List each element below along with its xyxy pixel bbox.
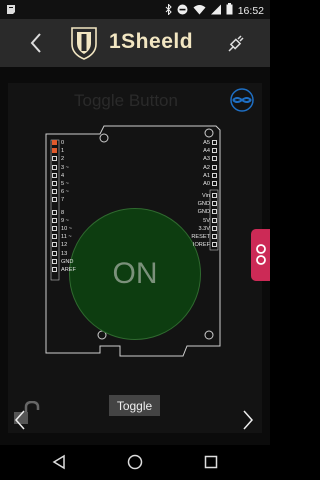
signal-icon — [210, 4, 221, 18]
pin-header — [52, 148, 57, 154]
app-title: 1Sheeld — [109, 30, 194, 53]
pin-label: RESET — [191, 234, 210, 240]
pin-header — [52, 209, 57, 215]
pin-label: A1 — [203, 172, 210, 179]
pin-label: 1 — [61, 148, 65, 155]
pin-header — [212, 217, 217, 223]
system-nav-bar — [0, 445, 270, 480]
pin-label: 3 ~ — [61, 164, 69, 171]
pin-label: 9 ~ — [61, 217, 69, 224]
app-bar: 1Sheeld — [0, 19, 270, 67]
pin-header — [212, 225, 217, 231]
pin-header — [52, 156, 57, 162]
pin-header — [212, 193, 217, 198]
battery-icon — [226, 3, 233, 18]
pin-header — [212, 156, 217, 162]
pin-label: GND — [197, 201, 210, 208]
pin-header — [212, 234, 217, 239]
pin-header — [52, 242, 57, 248]
pin-label: 5V — [203, 217, 210, 224]
toggle-label: Toggle — [109, 395, 160, 416]
previous-shield-button[interactable] — [12, 409, 28, 431]
shield-screen: Toggle Button ON Toggle 0 1 2 3 ~ 4 5 ~ … — [0, 67, 270, 445]
pin-header — [52, 164, 57, 170]
toggle-on-button[interactable]: ON — [69, 208, 201, 340]
plug-button[interactable] — [226, 32, 246, 54]
pin-label: A5 — [203, 140, 210, 146]
pin-label: 7 — [61, 197, 65, 204]
pin-label: A4 — [203, 148, 210, 155]
status-bar: 16:52 — [0, 0, 270, 19]
pin-header — [212, 201, 217, 207]
back-button[interactable] — [26, 31, 46, 55]
pin-header — [52, 181, 57, 186]
pin-header — [52, 234, 57, 240]
shield-info-icon[interactable] — [228, 88, 256, 112]
pin-label: 8 — [61, 209, 65, 216]
chevron-left-icon — [14, 410, 25, 430]
pin-header — [212, 242, 217, 248]
pin-header — [52, 140, 57, 145]
pin-label: 3.3V — [198, 225, 210, 232]
pin-header — [212, 140, 217, 145]
pin-label: 4 — [61, 172, 65, 179]
arduino-icon — [256, 244, 266, 265]
pin-header — [212, 172, 217, 178]
pin-label: 2 — [61, 156, 65, 163]
pin-header — [52, 226, 57, 231]
pin-label: 6 ~ — [61, 189, 69, 196]
nav-back-button[interactable] — [51, 454, 67, 470]
chevron-right-icon — [243, 410, 254, 430]
pin-label: IOREF — [192, 242, 210, 249]
pin-label: GND — [61, 258, 74, 265]
toggle-state-text: ON — [112, 257, 158, 290]
pin-header — [52, 189, 57, 195]
bluetooth-icon — [165, 2, 172, 18]
pin-header — [212, 164, 217, 170]
pin-label: GND — [197, 209, 210, 216]
pin-header — [52, 250, 57, 256]
wifi-icon — [193, 4, 206, 18]
pin-label: A3 — [203, 156, 210, 163]
pin-header — [52, 258, 57, 264]
next-shield-button[interactable] — [240, 409, 256, 431]
pin-label: 10 ~ — [61, 226, 73, 232]
dnd-icon — [177, 4, 188, 18]
pin-header — [52, 197, 57, 203]
pin-label: A0 — [203, 181, 210, 187]
pin-header — [52, 217, 57, 223]
pin-label: 13 — [61, 250, 68, 257]
pin-label: Vin — [202, 193, 210, 199]
pin-label: 11 ~ — [61, 234, 72, 241]
square-recents-icon — [204, 455, 218, 469]
clock: 16:52 — [237, 4, 264, 17]
pin-header — [212, 209, 217, 215]
pin-header — [212, 181, 217, 186]
logo-icon — [70, 26, 98, 60]
pin-header — [212, 148, 217, 154]
pin-header — [52, 172, 57, 178]
plug-icon — [228, 35, 244, 52]
pin-label: 0 — [61, 140, 65, 146]
nav-recents-button[interactable] — [203, 454, 219, 470]
chevron-left-icon — [30, 33, 41, 53]
pin-label: AREF — [61, 267, 76, 273]
pin-header — [52, 267, 57, 272]
shield-title: Toggle Button — [74, 91, 178, 110]
pin-label: 5 ~ — [61, 181, 69, 187]
nav-home-button[interactable] — [127, 454, 143, 470]
pin-label: A2 — [203, 164, 210, 171]
arduino-tab-button[interactable] — [251, 229, 270, 281]
triangle-back-icon — [52, 454, 65, 470]
circle-home-icon — [127, 454, 143, 470]
notification-icon — [6, 3, 16, 18]
pin-label: 12 — [61, 242, 68, 249]
